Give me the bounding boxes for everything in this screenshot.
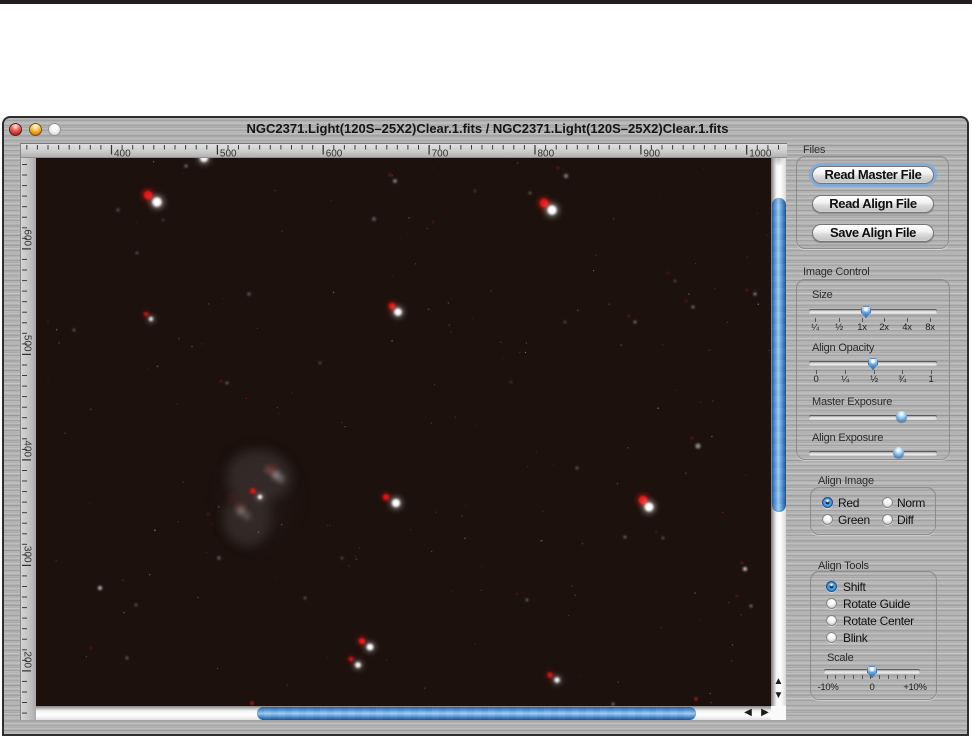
svg-text:300: 300: [22, 546, 33, 563]
svg-text:600: 600: [22, 229, 33, 246]
svg-text:200: 200: [22, 651, 33, 668]
svg-text:500: 500: [22, 335, 33, 352]
svg-text:400: 400: [22, 440, 33, 457]
